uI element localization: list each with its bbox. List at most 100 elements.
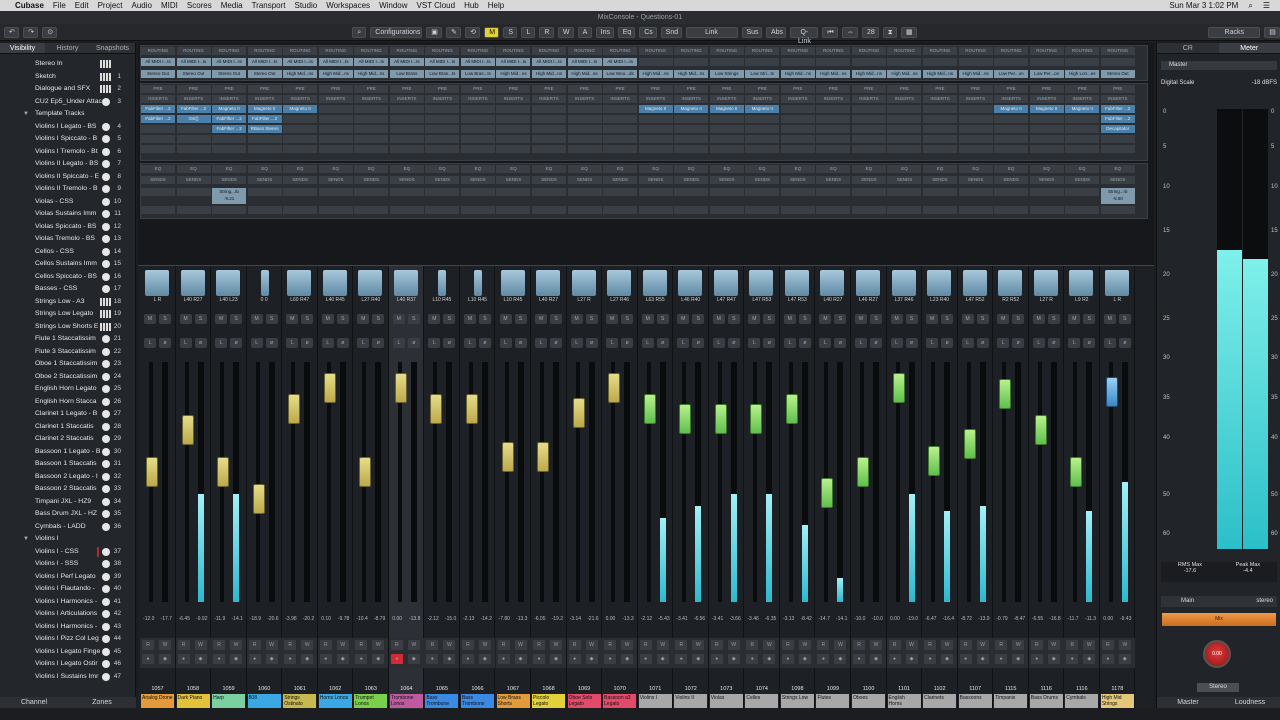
phase-button[interactable]: ø <box>159 338 171 348</box>
panner[interactable] <box>1104 270 1129 296</box>
solo-button[interactable]: S <box>478 314 491 324</box>
monitor-button[interactable]: ◆ <box>550 654 563 664</box>
routing-output-slot[interactable]: Low Per...on <box>994 70 1029 78</box>
a-button[interactable]: A <box>577 26 592 38</box>
insert-slot-4-slot[interactable] <box>994 135 1029 143</box>
routing-header-cell[interactable]: ROUTING <box>603 47 638 55</box>
send-slot[interactable] <box>1065 188 1100 196</box>
send-slot-2-slot[interactable] <box>318 206 353 214</box>
read-button[interactable]: R <box>888 640 901 650</box>
read-button[interactable]: R <box>533 640 546 650</box>
phase-button[interactable]: ø <box>621 338 634 348</box>
fader-cap[interactable] <box>821 477 834 508</box>
inserts-header-cell[interactable]: INSERTS <box>958 95 993 103</box>
pre-header-cell[interactable]: PRE <box>318 85 353 93</box>
pre-header-cell[interactable]: PRE <box>532 85 567 93</box>
routing-output-slot[interactable]: High Mid...ns <box>354 70 389 78</box>
insert-slot-3-slot[interactable] <box>532 125 567 133</box>
monitor-button[interactable]: ◆ <box>478 654 491 664</box>
channel-name[interactable]: Analog Drone <box>141 694 174 708</box>
insert-slot-2-slot[interactable] <box>994 115 1029 123</box>
volume-value[interactable]: -3.41 <box>712 616 723 622</box>
record-enable-button[interactable]: ● <box>142 654 154 664</box>
routing-input-slot[interactable] <box>1065 58 1100 66</box>
track-visibility-row[interactable]: Flute 3 Staccatissim 22 <box>0 346 135 359</box>
routing-input-slot[interactable]: All MIDI I...ts <box>283 58 318 66</box>
routing-header-cell[interactable]: ROUTING <box>460 47 495 55</box>
routing-output-slot[interactable]: High Mid...ns <box>816 70 851 78</box>
solo-button[interactable]: S <box>692 314 705 324</box>
insert-slot-3-slot[interactable]: RBass Stereo <box>247 125 282 133</box>
send-slot-2-slot[interactable] <box>709 206 744 214</box>
fader-cap[interactable] <box>1105 376 1118 407</box>
insert-slot-1-slot[interactable] <box>887 105 922 113</box>
read-button[interactable]: R <box>568 640 581 650</box>
write-button[interactable]: W <box>656 640 669 650</box>
listen-button[interactable]: L <box>855 338 867 348</box>
visibility-toggle[interactable] <box>102 460 110 468</box>
volume-value[interactable]: -12.0 <box>143 616 154 622</box>
monitor-button[interactable]: ◆ <box>372 654 385 664</box>
insert-slot-4-slot[interactable] <box>1100 135 1135 143</box>
insert-slot-3-slot[interactable] <box>567 125 602 133</box>
record-enable-button[interactable]: ● <box>497 654 510 664</box>
insert-slot-4-slot[interactable] <box>247 135 282 143</box>
send-slot[interactable] <box>745 188 780 196</box>
insert-slot-4-slot[interactable] <box>1029 135 1064 143</box>
visibility-toggle[interactable] <box>102 660 110 668</box>
insert-slot-1-slot[interactable]: FabFilter ...2 <box>176 105 211 113</box>
eq-header-cell[interactable]: EQ <box>389 165 424 173</box>
tab-snapshots[interactable]: Snapshots <box>90 43 135 53</box>
solo-button[interactable]: S <box>905 314 918 324</box>
monitor-button[interactable]: ◆ <box>585 654 598 664</box>
insert-slot-3-slot[interactable]: Decapitator <box>1100 125 1135 133</box>
routing-output-slot[interactable]: High Mid...ns <box>674 70 709 78</box>
solo-button[interactable]: S <box>621 314 634 324</box>
insert-slot-1-slot[interactable]: Magneto II <box>745 105 780 113</box>
routing-header-cell[interactable]: ROUTING <box>1065 47 1100 55</box>
inserts-header-cell[interactable]: INSERTS <box>389 95 424 103</box>
volume-value[interactable]: -3.14 <box>570 616 581 622</box>
eq-header-cell[interactable]: EQ <box>354 165 389 173</box>
phase-button[interactable]: ø <box>1118 338 1131 348</box>
fader-cap[interactable] <box>892 372 905 403</box>
monitor-button[interactable]: ◆ <box>265 654 278 664</box>
insert-slot-4-slot[interactable] <box>674 135 709 143</box>
insert-slot-5-slot[interactable] <box>1100 145 1135 153</box>
menu-midi[interactable]: MIDI <box>161 1 178 10</box>
read-button[interactable]: R <box>675 640 688 650</box>
send-slot-2-slot[interactable] <box>460 206 495 214</box>
record-enable-button[interactable]: ● <box>781 654 794 664</box>
peak-value[interactable]: -14.2 <box>480 616 491 622</box>
listen-button[interactable]: L <box>677 338 690 348</box>
routing-header-cell[interactable]: ROUTING <box>994 47 1029 55</box>
visibility-toggle[interactable] <box>102 335 110 343</box>
volume-value[interactable]: -2.12 <box>641 616 652 622</box>
eq-header-cell[interactable]: EQ <box>247 165 282 173</box>
solo-button[interactable]: S <box>265 314 278 324</box>
pre-header-cell[interactable]: PRE <box>958 85 993 93</box>
track-visibility-row[interactable]: Violins I Spiccato - B 5 <box>0 133 135 146</box>
sends-header-cell[interactable]: SENDS <box>1065 176 1100 184</box>
routing-input-slot[interactable] <box>887 58 922 66</box>
monitor-button[interactable]: ◆ <box>834 654 847 664</box>
track-visibility-row[interactable]: Violas Spiccato - BS 12 <box>0 221 135 234</box>
fader-cap[interactable] <box>679 404 692 434</box>
monitor-button[interactable]: ◆ <box>656 654 669 664</box>
fader-track[interactable] <box>184 362 189 602</box>
insert-slot-4-slot[interactable] <box>460 135 495 143</box>
track-visibility-row[interactable]: Strings Low Legato 19 <box>0 308 135 321</box>
routing-output-slot[interactable]: Low Bras...ts <box>425 70 460 78</box>
insert-slot-5-slot[interactable] <box>425 145 460 153</box>
send-slot[interactable] <box>674 188 709 196</box>
sends-header-cell[interactable]: SENDS <box>816 176 851 184</box>
read-button[interactable]: R <box>959 640 972 650</box>
visibility-toggle[interactable] <box>102 447 110 456</box>
panner[interactable] <box>856 270 880 296</box>
track-visibility-row[interactable]: Violins II Legato - BS 7 <box>0 158 135 171</box>
record-enable-button[interactable]: ● <box>461 654 474 664</box>
solo-button[interactable]: S <box>1012 314 1025 324</box>
insert-slot-5-slot[interactable] <box>851 145 886 153</box>
mute-button[interactable]: M <box>855 314 867 324</box>
fader-track[interactable] <box>966 362 971 602</box>
